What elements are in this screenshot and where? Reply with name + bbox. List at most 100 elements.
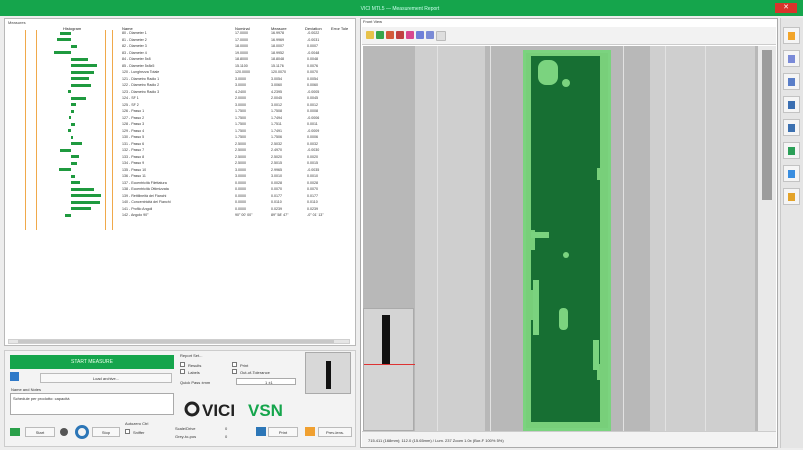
svg-text:VSN: VSN (248, 401, 283, 420)
print-button[interactable]: Print (268, 427, 298, 437)
labels-checkbox[interactable] (180, 369, 185, 374)
zoom-fit-icon[interactable] (366, 31, 374, 39)
row-deviation: 0.0070 (307, 187, 318, 191)
row-deviation: -0.0022 (307, 31, 320, 35)
header-error[interactable]: Error Tole (331, 26, 348, 31)
row-measure: 3.0060 (271, 83, 282, 87)
settings-icon[interactable] (436, 31, 446, 41)
row-nominal: 0.0000 (235, 180, 246, 185)
row-deviation: -0.0031 (307, 37, 320, 42)
row-deviation: -0° 01' 13" (307, 213, 324, 217)
row-name: 126 - Passo 1 (122, 109, 145, 113)
stop-button[interactable]: Stop (92, 427, 120, 437)
results-label: Results (188, 363, 202, 368)
row-nominal: 17.0000 (235, 37, 248, 42)
autozero-label: Autozero Ctrl (125, 421, 149, 426)
load-archive-button[interactable]: Load archive... (40, 373, 172, 383)
histogram-bar (59, 168, 71, 171)
histogram-bar (71, 174, 75, 178)
histogram-bar (68, 129, 71, 132)
row-deviation: -0.0005 (307, 89, 320, 94)
pointer-icon[interactable] (376, 31, 384, 39)
row-name: 135 - Passo 10 (122, 167, 147, 172)
row-deviation: 0.0015 (307, 161, 318, 165)
tolerance-line (25, 30, 26, 230)
tolerance-field[interactable]: 1 ±1 (236, 378, 296, 385)
row-deviation: 0.0048 (307, 57, 318, 61)
vertical-scrollbar-thumb[interactable] (762, 50, 772, 200)
row-name: 124 - SF 1 (122, 96, 139, 100)
row-deviation: 0.0110 (307, 200, 318, 204)
tool-wrench-button[interactable] (783, 188, 800, 205)
row-name: 140 - Concentricità dei Fianchi (122, 200, 171, 204)
row-name: 142 - Angolo 90° (122, 213, 149, 217)
name-notes-field[interactable]: Schedule per prodotto: capacità (10, 393, 174, 415)
sniffer-checkbox[interactable] (125, 429, 130, 434)
layers-icon[interactable] (426, 31, 434, 39)
row-nominal: 3.0000 (235, 83, 246, 87)
tolerance-line (36, 30, 37, 230)
row-measure: 120.0070 (271, 70, 286, 74)
tool-grid-button[interactable] (783, 73, 800, 90)
row-name: 136 - Passo 11 (122, 174, 146, 178)
tool-folder-button[interactable] (783, 27, 800, 44)
measures-panel: Measures Histogram Name Nominal Measure … (4, 18, 356, 346)
refresh-icon[interactable] (75, 425, 89, 439)
tool-network-button[interactable] (783, 142, 800, 159)
prev-lens-button[interactable]: Prev-lens. (318, 427, 352, 437)
close-window-button[interactable]: ✕ (775, 3, 797, 13)
results-checkbox[interactable] (180, 362, 185, 367)
row-measure: 1.7506 (271, 135, 282, 139)
panel-title: Measures (8, 20, 26, 25)
row-measure: 2.5015 (271, 161, 282, 165)
header-histogram[interactable]: Histogram (63, 26, 81, 31)
histogram-bar (71, 161, 77, 165)
row-name: 128 - Passo 3 (122, 122, 145, 126)
sniffer-label: Sniffer (133, 430, 145, 435)
row-name: 129 - Passo 4 (122, 128, 145, 133)
row-name: 141 - Profilo Angoli (122, 206, 153, 211)
row-nominal: 3.0000 (235, 102, 246, 107)
measure-tool-icon[interactable] (386, 31, 394, 39)
row-nominal: 17.0000 (235, 31, 248, 35)
pin-icon[interactable] (396, 31, 404, 39)
start-measure-button[interactable]: START MEASURE (10, 355, 174, 369)
part-preview (305, 352, 351, 394)
tool-window-button[interactable] (783, 50, 800, 67)
histogram-bar (71, 96, 86, 100)
row-name: 120 - Lunghezza Totale (122, 70, 160, 74)
start-button[interactable]: Start (25, 427, 55, 437)
row-name: 131 - Passo 6 (122, 141, 145, 146)
histogram-bar (71, 122, 75, 126)
row-measure: 2.9965 (271, 167, 282, 172)
row-measure: 18.8048 (271, 57, 284, 61)
tool-align-button[interactable] (783, 165, 800, 182)
brush-icon[interactable] (406, 31, 414, 39)
start-icon (10, 428, 20, 436)
scrollbar-thumb[interactable] (18, 340, 334, 343)
row-measure: 2.4970 (271, 148, 282, 152)
row-deviation: 0.0054 (307, 76, 318, 81)
row-nominal: 0.0000 (235, 206, 246, 211)
print-checkbox[interactable] (232, 362, 237, 367)
row-name: 133 - Passo 8 (122, 154, 145, 159)
tool-monitor-button[interactable] (783, 96, 800, 113)
out-of-tolerance-checkbox[interactable] (232, 369, 237, 374)
row-nominal: 2.0000 (235, 96, 246, 100)
row-name: 125 - SF 2 (122, 102, 139, 107)
row-measure: 18.9952 (271, 50, 284, 55)
minimap[interactable] (363, 308, 415, 431)
scale-drive-label: Scale/Drive (175, 426, 196, 431)
row-measure: 18.0007 (271, 44, 284, 48)
print-label: Print (240, 363, 249, 368)
tool-save-button[interactable] (783, 119, 800, 136)
row-deviation: 0.0008 (307, 109, 318, 113)
row-measure: 1.7511 (271, 122, 282, 126)
row-measure: 1.7494 (271, 115, 282, 120)
grid-icon[interactable] (416, 31, 424, 39)
row-nominal: 0.0000 (235, 187, 246, 191)
row-deviation: 0.0011 (307, 122, 318, 126)
row-name: 137 - Eccentricità Filettatura (122, 180, 167, 185)
histogram-bar (71, 44, 77, 48)
histogram-bar (68, 90, 71, 93)
